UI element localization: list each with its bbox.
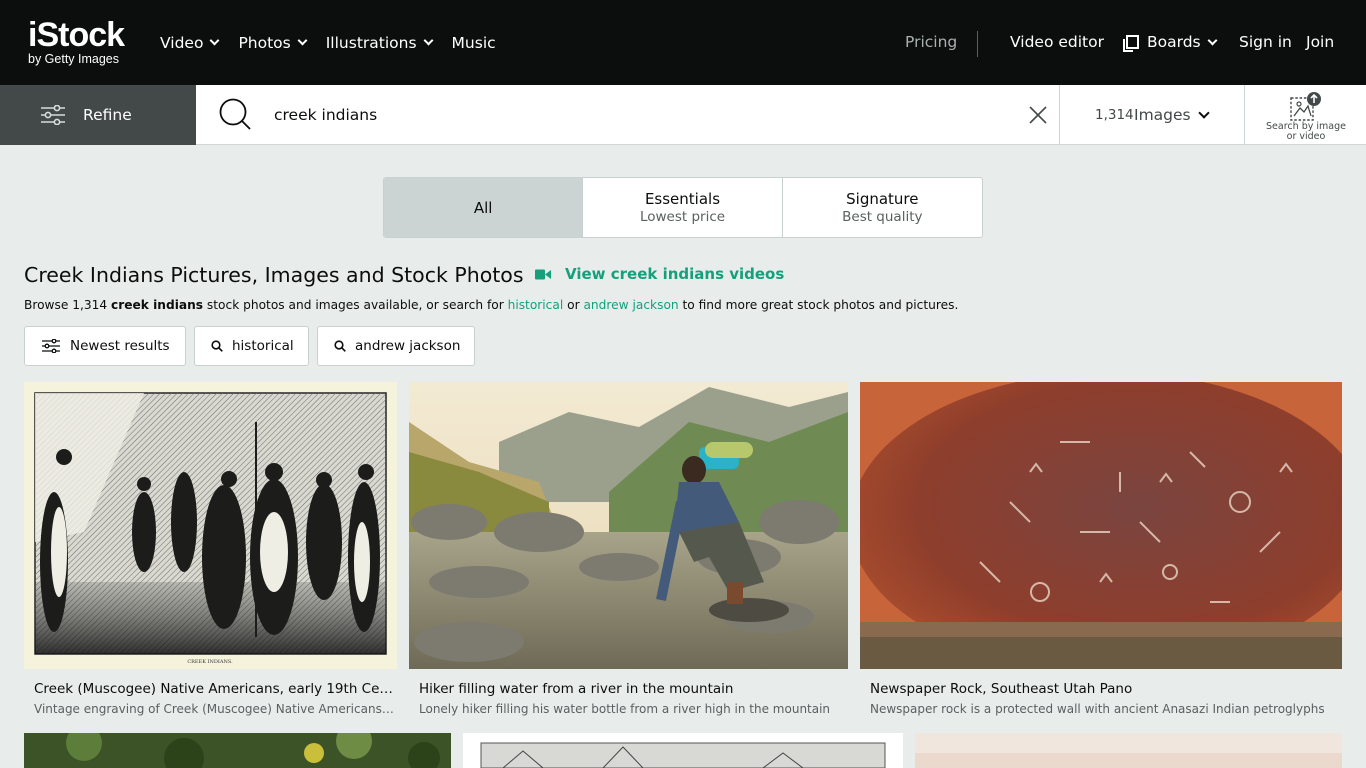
result-thumbnail[interactable]	[24, 733, 451, 768]
result-card[interactable]: CREEK INDIANS. Creek (Muscogee) Native A…	[24, 382, 397, 722]
sliders-icon	[41, 105, 65, 125]
hiker-photo	[409, 382, 848, 669]
chevron-down-icon	[1207, 35, 1218, 45]
chevron-down-icon	[297, 35, 308, 46]
tab-all[interactable]: All	[384, 178, 584, 237]
nav-video-editor[interactable]: Video editor	[1010, 33, 1104, 51]
browse-description: Browse 1,314 creek indians stock photos …	[24, 298, 958, 312]
nav-boards-label: Boards	[1147, 33, 1201, 51]
view-videos-label: View creek indians videos	[565, 265, 785, 283]
engraving-caption: CREEK INDIANS.	[187, 659, 233, 665]
search-icon[interactable]	[218, 97, 252, 131]
nav-join[interactable]: Join	[1306, 33, 1334, 51]
andrew-jackson-chip[interactable]: andrew jackson	[317, 326, 475, 366]
nav-music-label: Music	[451, 33, 496, 52]
nav-divider	[977, 31, 978, 57]
tab-essentials[interactable]: Essentials Lowest price	[583, 178, 783, 237]
refine-button[interactable]: Refine	[0, 85, 196, 145]
close-icon[interactable]	[1028, 105, 1048, 125]
media-type-label: Images	[1134, 106, 1191, 124]
andrew-jackson-chip-label: andrew jackson	[355, 338, 461, 354]
result-title[interactable]: Creek (Muscogee) Native Americans, early…	[34, 681, 394, 697]
nav-music[interactable]: Music	[452, 34, 496, 52]
browse-or: or	[563, 298, 584, 312]
search-by-image-button[interactable]: Search by image or video	[1246, 85, 1366, 145]
result-subtitle: Vintage engraving of Creek (Muscogee) Na…	[34, 702, 394, 716]
istock-logo[interactable]: iStock by Getty Images	[28, 18, 140, 68]
result-card[interactable]: Hiker filling water from a river in the …	[409, 382, 848, 722]
result-count: 1,314	[1095, 107, 1134, 123]
historical-chip-label: historical	[232, 338, 294, 354]
nav-sign-in[interactable]: Sign in	[1239, 33, 1292, 51]
browse-middle: stock photos and images available, or se…	[203, 298, 508, 312]
video-camera-icon	[535, 269, 551, 279]
result-thumbnail[interactable]	[860, 382, 1342, 669]
nav-illustrations-label: Illustrations	[325, 33, 417, 52]
result-title[interactable]: Newspaper Rock, Southeast Utah Pano	[870, 681, 1332, 697]
newest-results-label: Newest results	[70, 338, 170, 354]
logo-wordmark: iStock	[28, 16, 125, 54]
page-title: Creek Indians Pictures, Images and Stock…	[24, 263, 524, 287]
search-icon	[334, 340, 346, 352]
result-card[interactable]	[24, 733, 451, 768]
result-card[interactable]	[463, 733, 903, 768]
tab-all-title: All	[473, 198, 493, 217]
result-thumbnail[interactable]	[409, 382, 848, 669]
chevron-down-icon	[423, 35, 433, 46]
historical-link[interactable]: historical	[508, 298, 564, 312]
tab-essentials-title: Essentials	[644, 190, 721, 208]
view-videos-link[interactable]: View creek indians videos	[535, 265, 784, 283]
result-thumbnail[interactable]: CREEK INDIANS.	[24, 382, 397, 669]
search-input[interactable]	[274, 104, 974, 126]
andrew-jackson-link[interactable]: andrew jackson	[583, 298, 678, 312]
tab-signature-title: Signature	[846, 190, 919, 208]
engraving-image	[463, 733, 903, 768]
result-thumbnail[interactable]	[915, 733, 1342, 768]
primary-nav: Video Photos Illustrations Music	[160, 0, 516, 85]
search-icon	[211, 340, 223, 352]
search-by-image-label: Search by image or video	[1266, 121, 1346, 142]
logo-tagline: by Getty Images	[28, 52, 120, 66]
collection-filter: All Essentials Lowest price Signature Be…	[383, 177, 983, 238]
result-title[interactable]: Hiker filling water from a river in the …	[419, 681, 839, 697]
nav-illustrations[interactable]: Illustrations	[325, 33, 433, 52]
media-type-select[interactable]: 1,314 Images	[1059, 85, 1245, 145]
tab-signature-subtitle: Best quality	[842, 209, 923, 225]
browse-prefix: Browse 1,314	[24, 298, 112, 312]
engraving-image: CREEK INDIANS.	[34, 392, 387, 665]
chevron-down-icon	[1198, 107, 1210, 119]
result-subtitle: Lonely hiker filling his water bottle fr…	[419, 702, 831, 716]
sliders-icon	[42, 339, 60, 353]
browse-term: creek indians	[111, 298, 204, 312]
newest-results-chip[interactable]: Newest results	[24, 326, 186, 366]
petroglyph-photo	[860, 382, 1342, 669]
tab-signature[interactable]: Signature Best quality	[783, 178, 982, 237]
image-upload-icon	[1290, 92, 1321, 121]
boards-icon	[1123, 35, 1139, 52]
nav-pricing[interactable]: Pricing	[905, 33, 957, 51]
historical-chip[interactable]: historical	[194, 326, 309, 366]
result-thumbnail[interactable]	[463, 733, 903, 768]
refine-label: Refine	[83, 106, 132, 124]
search-bar: Refine 1,314 Images Search by image or v…	[0, 85, 1366, 145]
chevron-down-icon	[209, 35, 220, 46]
nav-video[interactable]: Video	[160, 33, 220, 52]
browse-suffix: to find more great stock photos and pict…	[678, 298, 959, 312]
top-navigation: iStock by Getty Images Video Photos Illu…	[0, 0, 1366, 85]
nav-photos[interactable]: Photos	[238, 33, 308, 52]
nav-boards[interactable]: Boards	[1122, 33, 1218, 52]
result-card[interactable]	[915, 733, 1342, 768]
beige-photo	[915, 733, 1342, 768]
nav-video-label: Video	[160, 33, 204, 52]
result-card[interactable]: Newspaper Rock, Southeast Utah Pano News…	[860, 382, 1342, 722]
result-subtitle: Newspaper rock is a protected wall with …	[870, 702, 1325, 716]
forest-photo	[24, 733, 451, 768]
tab-essentials-subtitle: Lowest price	[639, 209, 726, 225]
nav-photos-label: Photos	[238, 33, 291, 52]
